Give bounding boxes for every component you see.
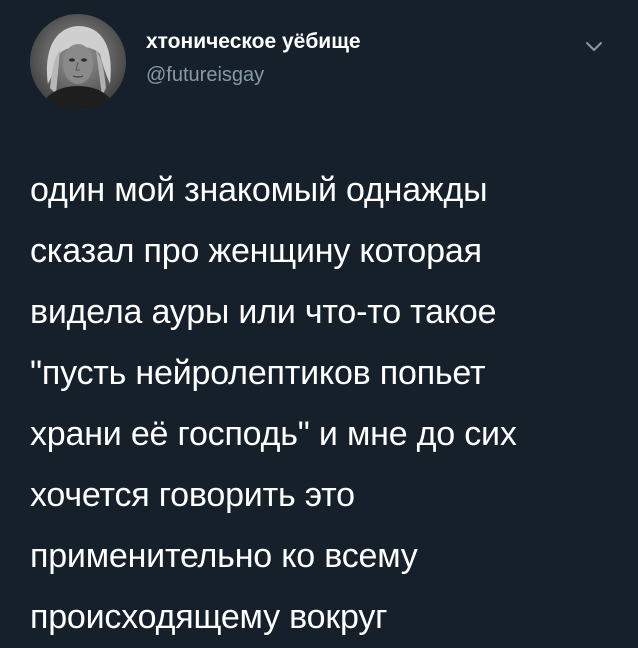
tweet-text-line: храни её господь" и мне до сих	[30, 415, 517, 453]
display-name[interactable]: хтоническое уёбище	[146, 30, 361, 54]
avatar[interactable]	[30, 14, 126, 110]
user-avatar-photo-icon	[30, 14, 126, 110]
chevron-down-icon[interactable]	[580, 34, 608, 58]
tweet-text-line: происходящему вокруг	[30, 598, 388, 636]
tweet-text-line: применительно ко всему	[30, 537, 418, 575]
tweet-text-line: сказал про женщину которая	[30, 232, 482, 270]
tweet-text: один мой знакомый однажды сказал про жен…	[30, 160, 630, 648]
user-handle[interactable]: @futureisgay	[146, 64, 264, 87]
tweet-text-line: "пусть нейролептиков попьет	[30, 354, 486, 392]
tweet-text-line: видела ауры или что-то такое	[30, 293, 497, 331]
tweet-text-line: один мой знакомый однажды	[30, 171, 488, 209]
tweet-card: хтоническое уёбище @futureisgay один мой…	[0, 0, 638, 641]
tweet-text-line: хочется говорить это	[30, 476, 355, 514]
